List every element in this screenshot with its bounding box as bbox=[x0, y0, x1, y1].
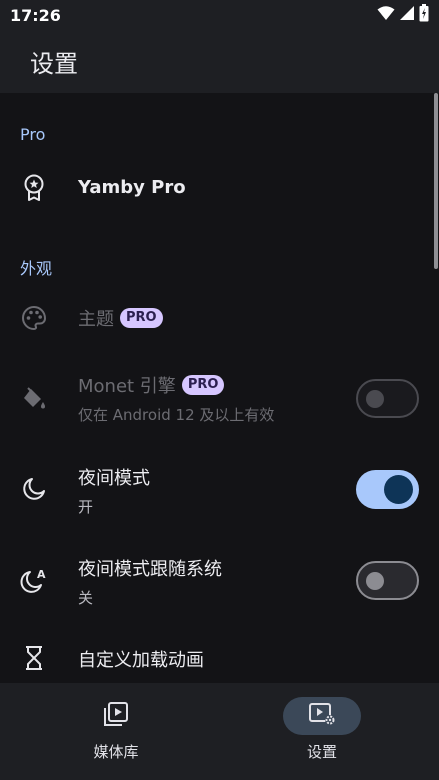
night-follow-system-title: 夜间模式跟随系统 bbox=[78, 559, 222, 580]
monet-switch[interactable] bbox=[356, 379, 419, 418]
settings-row-loading-animation[interactable]: 自定义加载动画 bbox=[0, 633, 434, 683]
switch-knob bbox=[366, 572, 384, 590]
media-library-icon bbox=[102, 701, 130, 731]
bottom-navigation: 媒体库 设置 bbox=[0, 683, 439, 780]
theme-title: 主题 bbox=[78, 309, 114, 330]
moon-icon bbox=[20, 475, 48, 503]
section-header-appearance: 外观 bbox=[20, 259, 53, 278]
app-bar: 设置 bbox=[0, 30, 439, 93]
nav-pill-media-library[interactable] bbox=[77, 697, 155, 735]
switch-knob bbox=[366, 390, 384, 408]
nav-label-media-library: 媒体库 bbox=[93, 743, 139, 761]
night-mode-title: 夜间模式 bbox=[78, 468, 150, 489]
paint-bucket-icon bbox=[20, 385, 48, 413]
settings-row-night-follow-system[interactable]: A 夜间模式跟随系统 关 bbox=[0, 543, 434, 617]
award-badge-icon bbox=[20, 174, 48, 202]
scrollbar[interactable] bbox=[434, 93, 438, 269]
section-header-pro: Pro bbox=[20, 125, 46, 144]
moon-auto-icon: A bbox=[20, 566, 48, 594]
status-icons bbox=[377, 4, 429, 26]
switch-knob bbox=[384, 475, 413, 504]
settings-row-theme[interactable]: 主题 PRO bbox=[0, 288, 434, 348]
settings-list[interactable]: Pro Yamby Pro 外观 主题 PRO Monet 引擎 PRO 仅在 … bbox=[0, 93, 439, 683]
wifi-icon bbox=[377, 5, 395, 25]
svg-text:A: A bbox=[37, 568, 46, 581]
settings-row-night-mode[interactable]: 夜间模式 开 bbox=[0, 452, 434, 526]
nav-pill-settings[interactable] bbox=[283, 697, 361, 735]
status-bar: 17:26 bbox=[0, 0, 439, 30]
status-time: 17:26 bbox=[10, 5, 61, 25]
night-mode-switch[interactable] bbox=[356, 470, 419, 509]
nav-item-settings[interactable]: 设置 bbox=[262, 697, 382, 767]
nav-label-settings: 设置 bbox=[306, 743, 337, 761]
battery-icon bbox=[419, 4, 429, 26]
monet-subtitle: 仅在 Android 12 及以上有效 bbox=[78, 406, 275, 424]
settings-row-monet[interactable]: Monet 引擎 PRO 仅在 Android 12 及以上有效 bbox=[0, 361, 434, 435]
night-follow-system-subtitle: 关 bbox=[78, 589, 94, 607]
loading-animation-title: 自定义加载动画 bbox=[78, 650, 204, 671]
night-follow-system-switch[interactable] bbox=[356, 561, 419, 600]
palette-icon bbox=[20, 304, 48, 332]
page-title: 设置 bbox=[30, 50, 78, 78]
pro-badge: PRO bbox=[181, 375, 225, 395]
settings-media-icon bbox=[307, 701, 337, 731]
settings-row-yamby-pro[interactable]: Yamby Pro bbox=[0, 158, 434, 218]
nav-item-media-library[interactable]: 媒体库 bbox=[56, 697, 176, 767]
yamby-pro-title: Yamby Pro bbox=[78, 177, 186, 198]
hourglass-icon bbox=[20, 644, 48, 672]
night-mode-subtitle: 开 bbox=[78, 498, 94, 516]
monet-title: Monet 引擎 bbox=[78, 376, 176, 397]
signal-icon bbox=[399, 5, 415, 25]
pro-badge: PRO bbox=[120, 308, 163, 328]
